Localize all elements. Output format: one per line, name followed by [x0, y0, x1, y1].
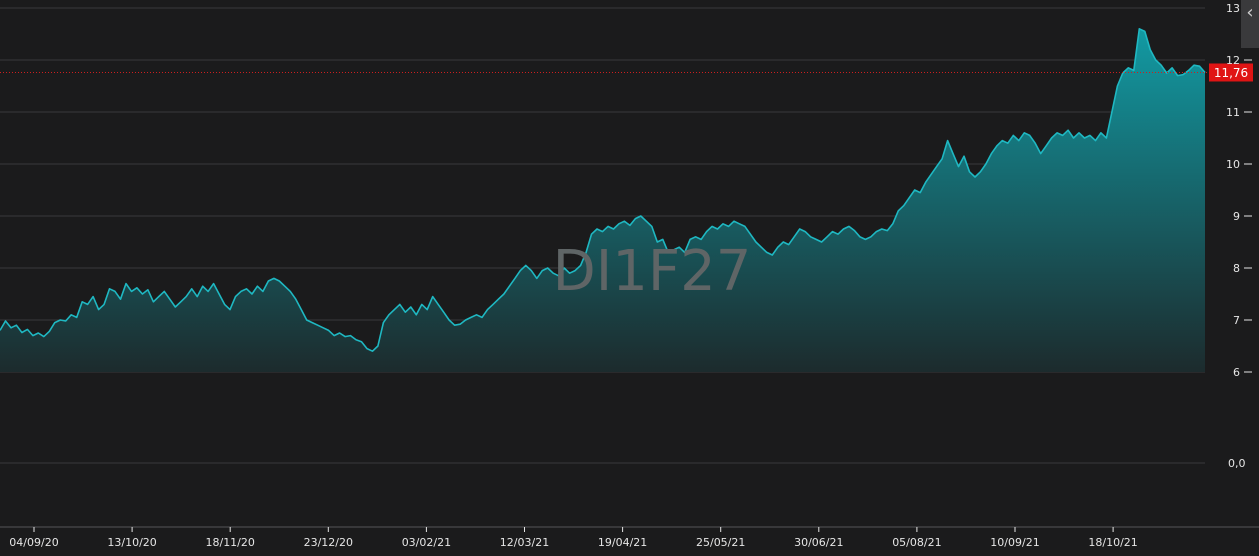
series-area-fill: [0, 28, 1205, 373]
x-tick-label: 19/04/21: [598, 536, 647, 549]
x-tick-label: 23/12/20: [304, 536, 353, 549]
price-line-layer: 11,76: [0, 63, 1253, 82]
y-tick-label: 12: [1226, 54, 1240, 67]
watermark-symbol: DI1F27: [553, 239, 752, 304]
x-tick-label: 13/10/20: [107, 536, 156, 549]
y-tick-label: 9: [1233, 210, 1240, 223]
watermark-layer: DI1F27: [553, 239, 752, 304]
x-tick-label: 04/09/20: [9, 536, 58, 549]
y-tick-label: 8: [1233, 262, 1240, 275]
chart-svg: DI1F27 11,76 13 12 11 10 9 8 7 6 0,0 04/09/20 13/…: [0, 2, 1259, 549]
y-tick-label: 13: [1226, 2, 1240, 15]
collapse-panel-icon[interactable]: ‹: [1241, 0, 1259, 48]
x-tick-label: 05/08/21: [892, 536, 941, 549]
x-tick-label: 30/06/21: [794, 536, 843, 549]
x-tick-label: 25/05/21: [696, 536, 745, 549]
x-tick-label: 18/10/21: [1088, 536, 1137, 549]
y-tick-label: 7: [1233, 314, 1240, 327]
x-tick-label: 18/11/20: [205, 536, 254, 549]
x-axis: 04/09/20 13/10/20 18/11/20 23/12/20 03/02/21…: [0, 526, 1259, 549]
x-tick-label: 12/03/21: [500, 536, 549, 549]
y-tick-label: 10: [1226, 158, 1240, 171]
y-tick-label: 11: [1226, 106, 1240, 119]
x-tick-label: 03/02/21: [402, 536, 451, 549]
lower-pane-label: 0,0: [1228, 457, 1246, 470]
y-tick-label: 6: [1233, 366, 1240, 379]
chart: DI1F27 11,76 13 12 11 10 9 8 7 6 0,0 04/09/20 13/…: [0, 0, 1259, 552]
series-area: [0, 28, 1206, 373]
x-tick-label: 10/09/21: [990, 536, 1039, 549]
last-price-label: 11,76: [1214, 66, 1248, 80]
